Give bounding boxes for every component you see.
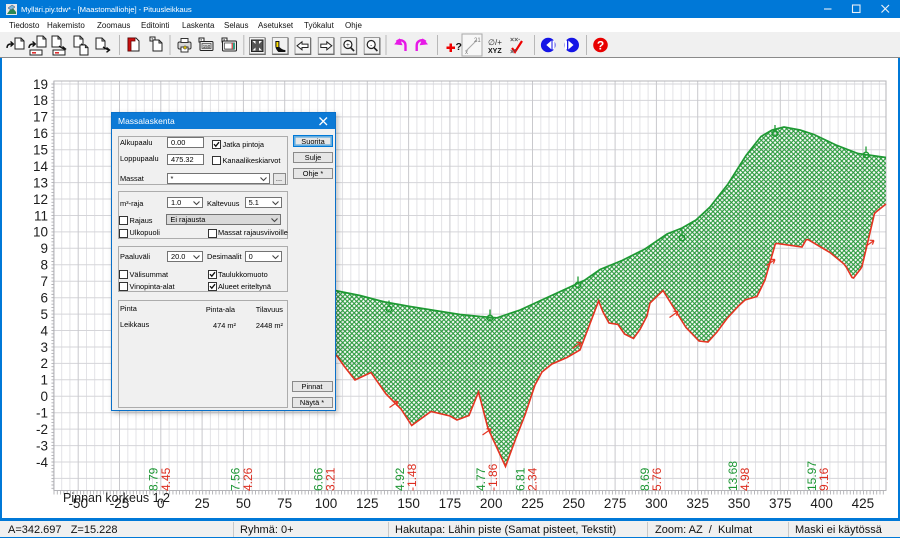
svg-text:25: 25 — [195, 496, 210, 511]
svg-text:-1.48: -1.48 — [405, 463, 419, 491]
svg-text:Pinnan korkeus 1,2: Pinnan korkeus 1,2 — [63, 491, 170, 505]
svg-text:2: 2 — [40, 356, 48, 371]
svg-text:-3: -3 — [36, 438, 48, 453]
svg-text:21: 21 — [474, 38, 481, 44]
svg-text:-: - — [370, 42, 372, 49]
svg-text:2.34: 2.34 — [526, 467, 540, 491]
svg-text:175: 175 — [439, 496, 462, 511]
svg-text:75: 75 — [277, 496, 292, 511]
svg-text:6: 6 — [40, 291, 48, 306]
svg-text:4.45: 4.45 — [159, 467, 173, 491]
svg-text:125: 125 — [356, 496, 379, 511]
svg-text:275: 275 — [604, 496, 627, 511]
svg-text:18: 18 — [33, 93, 48, 108]
svg-text:150: 150 — [203, 44, 211, 49]
svg-text:425: 425 — [852, 496, 875, 511]
svg-text:375: 375 — [769, 496, 792, 511]
svg-text:XYZ: XYZ — [488, 48, 502, 55]
svg-text:7: 7 — [40, 274, 48, 289]
svg-text:9.16: 9.16 — [817, 467, 831, 491]
svg-text:-4: -4 — [36, 455, 48, 470]
svg-text:250: 250 — [563, 496, 586, 511]
svg-text:13: 13 — [33, 175, 48, 190]
svg-text:225: 225 — [521, 496, 544, 511]
svg-text:-2: -2 — [36, 422, 48, 437]
svg-text:4: 4 — [40, 323, 48, 338]
svg-text:××·: ××· — [510, 37, 521, 44]
svg-text:9: 9 — [40, 241, 48, 256]
svg-text:x: x — [465, 50, 468, 56]
svg-text:325: 325 — [686, 496, 709, 511]
svg-text:?: ? — [456, 41, 462, 53]
svg-text:8: 8 — [40, 258, 48, 273]
svg-text:∅/+: ∅/+ — [488, 38, 502, 47]
svg-text:350: 350 — [728, 496, 751, 511]
svg-text:11: 11 — [34, 208, 48, 223]
svg-text:4.26: 4.26 — [241, 467, 255, 491]
svg-text:15: 15 — [33, 143, 48, 158]
svg-text:4.98: 4.98 — [738, 467, 752, 491]
svg-text:50: 50 — [236, 496, 251, 511]
svg-text:400: 400 — [810, 496, 833, 511]
svg-text:12: 12 — [33, 192, 48, 207]
svg-text:200: 200 — [480, 496, 503, 511]
svg-text:300: 300 — [645, 496, 668, 511]
svg-text:3.21: 3.21 — [324, 467, 338, 491]
svg-text:5.76: 5.76 — [650, 467, 664, 491]
svg-text:0: 0 — [40, 389, 48, 404]
svg-text:14: 14 — [33, 159, 49, 174]
svg-text:?: ? — [597, 39, 604, 53]
svg-text:150: 150 — [397, 496, 420, 511]
svg-text:-1.86: -1.86 — [486, 463, 500, 491]
svg-text:10: 10 — [33, 225, 48, 240]
svg-text:16: 16 — [33, 126, 48, 141]
svg-text:1: 1 — [40, 373, 48, 388]
svg-text:3: 3 — [40, 340, 48, 355]
svg-text:19: 19 — [33, 77, 48, 92]
svg-text:100: 100 — [315, 496, 338, 511]
svg-text:5: 5 — [40, 307, 48, 322]
svg-text:17: 17 — [33, 110, 48, 125]
svg-text:-1: -1 — [36, 406, 48, 421]
svg-text:+: + — [346, 42, 350, 49]
svg-text:×²: ×² — [510, 49, 517, 56]
